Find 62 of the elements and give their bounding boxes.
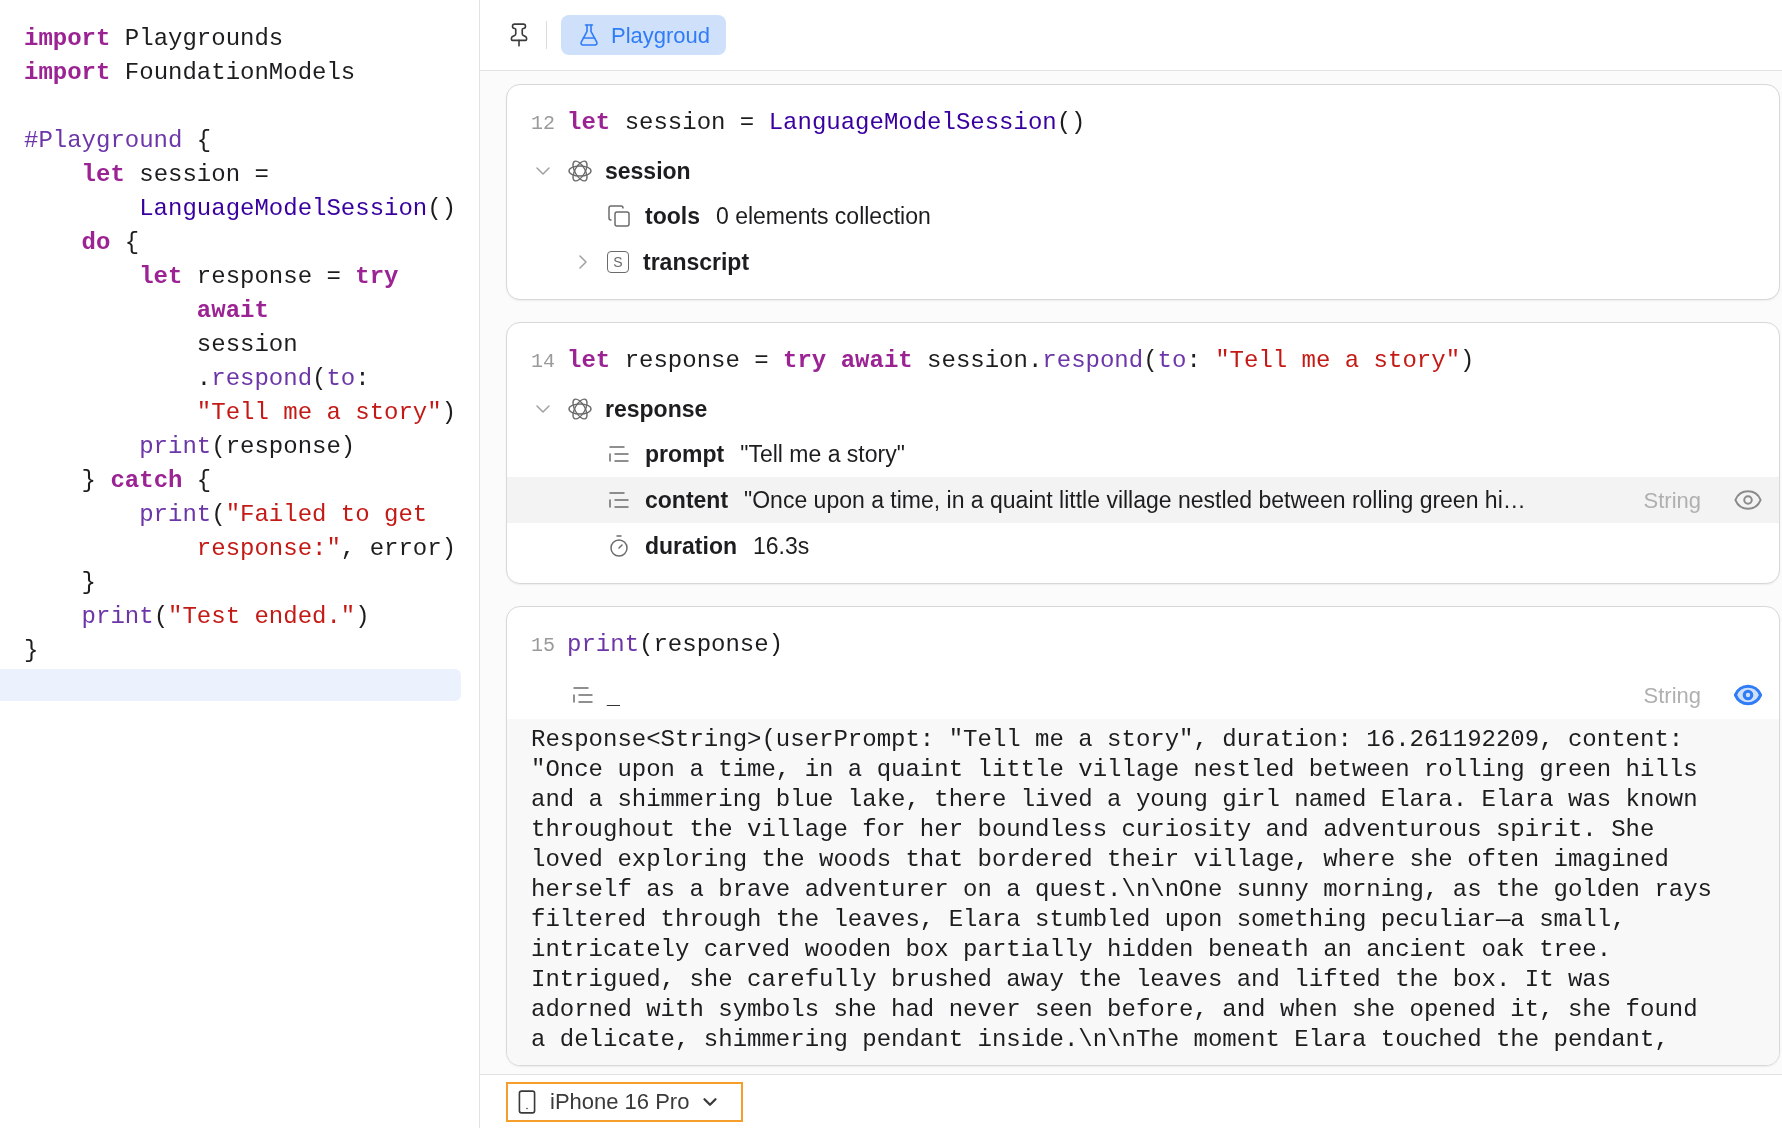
orbit-icon — [567, 158, 593, 184]
output-line: filtered through the leaves, Elara stumbled upon something peculiar—a small, — [531, 905, 1627, 935]
output-line: herself as a brave adventurer on a quest.\n\nOne sunny morning, as the golden rays — [531, 875, 1713, 905]
code-line: print("Failed to get — [138, 500, 428, 530]
stack-icon — [607, 204, 631, 228]
flask-icon — [577, 23, 601, 47]
code-line: } — [80, 568, 96, 598]
code-line: let response = try — [138, 262, 399, 292]
code-line: #Playground { — [23, 126, 212, 156]
code-line: print(response) — [138, 432, 356, 462]
tree-item-value: 0 elements collection — [715, 201, 931, 231]
code-line: LanguageModelSession() — [138, 194, 457, 224]
code-line: await — [195, 296, 269, 326]
timer-icon — [607, 534, 631, 558]
code-line: let response = try await session.respond(to: "Tell me a story") — [567, 346, 1475, 376]
code-line: let session = LanguageModelSession() — [567, 108, 1086, 138]
tree-item-name[interactable]: response — [605, 391, 708, 427]
code-line: "Tell me a story") — [195, 398, 457, 428]
code-line: import Playgrounds — [23, 24, 284, 54]
line-number: 14 — [531, 349, 555, 375]
code-line: .respond(to: — [195, 364, 370, 394]
code-line: response:", error) — [195, 534, 457, 564]
line-number: 12 — [531, 111, 555, 137]
code-line: import FoundationModels — [23, 58, 356, 88]
code-line: session — [195, 330, 298, 360]
tree-row[interactable]: S transcript — [507, 239, 1779, 285]
struct-icon: S — [607, 251, 629, 273]
device-selector[interactable]: iPhone 16 Pro — [506, 1081, 744, 1122]
output-line: "Once upon a time, in a quaint little village nestled between rolling green hills — [531, 755, 1699, 785]
line-number: 15 — [531, 633, 555, 659]
output-line: intricately carved wooden box partially hidden beneath an ancient oak tree. — [531, 935, 1613, 965]
code-line: } — [23, 636, 39, 666]
output-line: throughout the village for her boundless curiosity and adventurous spirit. She — [531, 815, 1656, 845]
tree-row[interactable]: prompt "Tell me a story" — [507, 431, 1779, 477]
code-line: } catch { — [80, 466, 212, 496]
code-line: print(response) — [567, 630, 784, 660]
output-line: Intrigued, she carefully brushed away the leaves and lifted the box. It was — [531, 965, 1613, 995]
tree-row[interactable]: tools 0 elements collection — [507, 193, 1779, 239]
tree-row[interactable]: content "Once upon a time, in a quaint little village nestled between rolling green hi… String — [507, 477, 1779, 523]
output-line: loved exploring the woods that bordered their village, where she often imagined — [531, 845, 1670, 875]
tree-item-value: "Once upon a time, in a quaint little village nestled between rolling green hi… — [744, 485, 1526, 515]
orbit-icon — [567, 396, 593, 422]
result-value: _ — [607, 680, 620, 710]
code-line: do { — [80, 228, 140, 258]
output-line: adorned with symbols she had never seen before, and when she opened it, she found — [531, 995, 1699, 1025]
tree-item-name: transcript — [643, 247, 750, 277]
output-line: and a shimmering blue lake, there lived a young girl named Elara. Elara was known — [531, 785, 1699, 815]
code-line: let session = — [80, 160, 269, 190]
tree-item-name: tools — [645, 201, 700, 231]
tree-item-name: duration — [645, 531, 737, 561]
tree-row[interactable]: duration 16.3s — [507, 523, 1779, 569]
code-line: print("Test ended.") — [80, 602, 370, 632]
output-line: Response<String>(userPrompt: "Tell me a story", duration: 16.261192209, content: — [531, 725, 1685, 755]
type-label: String — [1643, 681, 1701, 710]
tree-item-name: content — [645, 485, 729, 515]
code-editor[interactable] — [0, 0, 480, 1128]
type-label: String — [1643, 486, 1701, 515]
output-line: a delicate, shimmering pendant inside.\n\nThe moment Elara touched the pendant, — [531, 1025, 1670, 1055]
tree-item-name: prompt — [645, 439, 725, 469]
tree-item-value: "Tell me a story" — [740, 439, 905, 469]
tree-item-value: 16.3s — [753, 531, 810, 561]
tree-item-name[interactable]: session — [605, 153, 691, 189]
